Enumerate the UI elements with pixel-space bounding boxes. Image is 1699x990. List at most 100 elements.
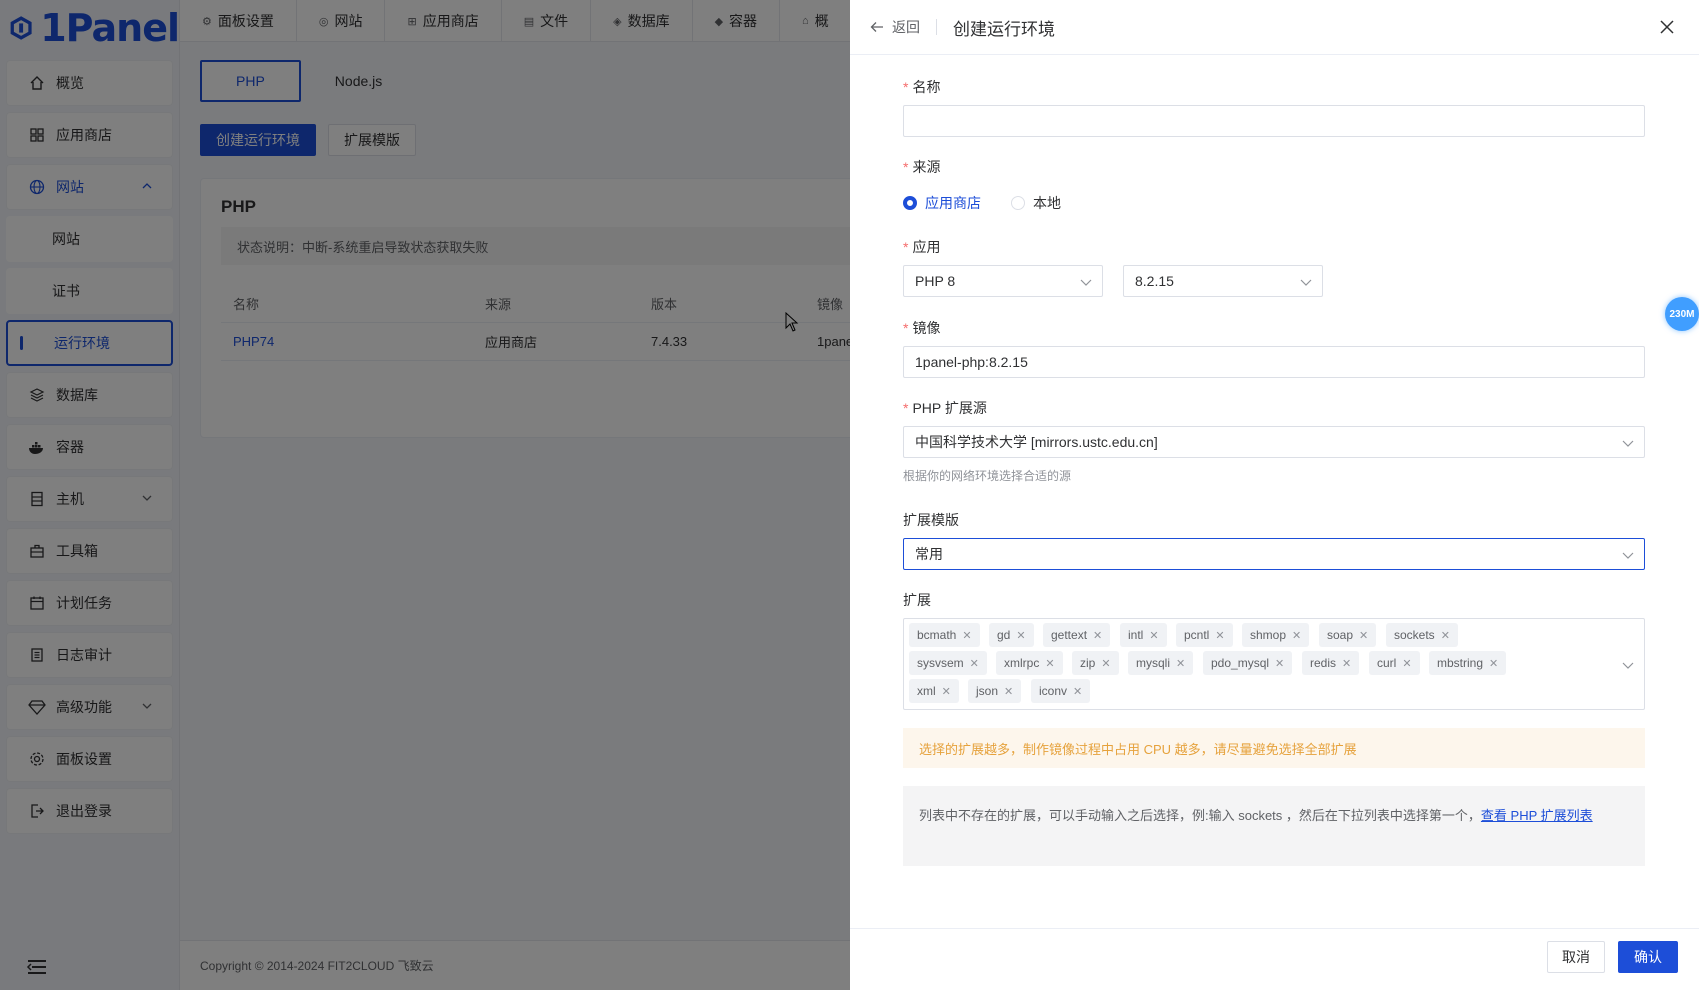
extension-tag: sockets ✕ <box>1386 623 1458 647</box>
required-mark: * <box>903 400 909 416</box>
extension-tag-label: pdo_mysql <box>1211 656 1270 670</box>
app-select-value: PHP 8 <box>915 273 956 289</box>
remove-tag-icon[interactable]: ✕ <box>1093 629 1102 642</box>
chevron-down-icon <box>1300 279 1312 286</box>
extension-tag-label: sysvsem <box>917 656 964 670</box>
info-text: 列表中不存在的扩展，可以手动输入之后选择，例:输入 sockets ，然后在下拉… <box>919 808 1481 823</box>
extension-tag: xml ✕ <box>909 679 959 703</box>
remove-tag-icon[interactable]: ✕ <box>1215 629 1224 642</box>
remove-tag-icon[interactable]: ✕ <box>1342 657 1351 670</box>
php-extension-list-link[interactable]: 查看 PHP 扩展列表 <box>1481 808 1593 823</box>
cancel-button[interactable]: 取消 <box>1547 941 1605 973</box>
ext-source-select[interactable]: 中国科学技术大学 [mirrors.ustc.edu.cn] <box>903 426 1645 458</box>
ext-template-select[interactable]: 常用 <box>903 538 1645 570</box>
extension-tag-label: mbstring <box>1437 656 1484 670</box>
label-text: 名称 <box>912 79 941 95</box>
extension-tag: xmlrpc ✕ <box>996 651 1063 675</box>
create-runtime-drawer: 返回 创建运行环境 * 名称 * 来源 应用商店 本地 * 应用 PHP 8 8.2.… <box>850 0 1699 990</box>
extension-tag: mysqli ✕ <box>1128 651 1194 675</box>
name-label: * 名称 <box>903 77 940 97</box>
remove-tag-icon[interactable]: ✕ <box>1073 685 1082 698</box>
remove-tag-icon[interactable]: ✕ <box>1016 629 1025 642</box>
ext-template-label: 扩展模版 <box>903 512 959 528</box>
extension-tag-label: gettext <box>1051 628 1088 642</box>
extension-tag-label: shmop <box>1250 628 1287 642</box>
extension-tag: zip ✕ <box>1072 651 1119 675</box>
back-label: 返回 <box>892 19 920 35</box>
required-mark: * <box>903 239 909 255</box>
label-text: 来源 <box>912 159 941 175</box>
remove-tag-icon[interactable]: ✕ <box>1489 657 1498 670</box>
remove-tag-icon[interactable]: ✕ <box>942 685 951 698</box>
name-input[interactable] <box>903 105 1645 137</box>
arrow-left-icon <box>870 22 883 32</box>
confirm-button[interactable]: 确认 <box>1618 941 1678 973</box>
remove-tag-icon[interactable]: ✕ <box>1359 629 1368 642</box>
extension-tag-label: redis <box>1310 656 1337 670</box>
extension-tag: bcmath ✕ <box>909 623 980 647</box>
remove-tag-icon[interactable]: ✕ <box>1045 657 1054 670</box>
memory-usage-badge[interactable]: 230M <box>1665 297 1699 331</box>
chevron-down-icon <box>1622 440 1634 447</box>
extension-tag: mbstring ✕ <box>1429 651 1507 675</box>
extension-tag: json ✕ <box>968 679 1022 703</box>
source-radio-local[interactable] <box>1011 196 1025 210</box>
extension-tag-label: gd <box>997 628 1011 642</box>
remove-tag-icon[interactable]: ✕ <box>962 629 971 642</box>
required-mark: * <box>903 159 909 175</box>
close-icon[interactable] <box>1659 19 1675 35</box>
version-select-value: 8.2.15 <box>1135 273 1174 289</box>
radio-label-local[interactable]: 本地 <box>1033 193 1061 213</box>
extensions-label: 扩展 <box>903 592 931 608</box>
radio-label-appstore[interactable]: 应用商店 <box>925 193 981 213</box>
extensions-multiselect[interactable]: bcmath ✕ gd ✕ gettext ✕ intl ✕ pcntl ✕ shmop ✕ soap ✕… <box>903 618 1645 710</box>
extension-tag-label: pcntl <box>1184 628 1210 642</box>
extension-tag-label: mysqli <box>1136 656 1171 670</box>
extension-tag: intl ✕ <box>1120 623 1167 647</box>
version-select[interactable]: 8.2.15 <box>1123 265 1323 297</box>
remove-tag-icon[interactable]: ✕ <box>1149 629 1158 642</box>
extension-tag: soap ✕ <box>1319 623 1377 647</box>
header-divider <box>936 19 937 35</box>
ext-source-hint: 根据你的网络环境选择合适的源 <box>903 469 1072 483</box>
extension-tag-label: xml <box>917 684 936 698</box>
remove-tag-icon[interactable]: ✕ <box>1004 685 1013 698</box>
extension-tag-label: xmlrpc <box>1004 656 1040 670</box>
ext-source-value: 中国科学技术大学 [mirrors.ustc.edu.cn] <box>915 434 1158 450</box>
remove-tag-icon[interactable]: ✕ <box>970 657 979 670</box>
drawer-footer: 取消 确认 <box>850 928 1699 990</box>
app-label: * 应用 <box>903 237 940 257</box>
label-text: 镜像 <box>912 320 941 336</box>
remove-tag-icon[interactable]: ✕ <box>1402 657 1411 670</box>
image-input[interactable]: 1panel-php:8.2.15 <box>903 346 1645 378</box>
chevron-down-icon <box>1080 279 1092 286</box>
extension-tag: gettext ✕ <box>1043 623 1111 647</box>
drawer-header: 返回 创建运行环境 <box>850 0 1699 55</box>
source-radio-appstore[interactable] <box>903 196 917 210</box>
extension-tag: sysvsem ✕ <box>909 651 987 675</box>
extension-tag: curl ✕ <box>1369 651 1420 675</box>
remove-tag-icon[interactable]: ✕ <box>1275 657 1284 670</box>
back-button[interactable]: 返回 <box>870 17 920 37</box>
cpu-warning-alert: 选择的扩展越多，制作镜像过程中占用 CPU 越多，请尽量避免选择全部扩展 <box>903 728 1645 768</box>
extension-tag: iconv ✕ <box>1031 679 1091 703</box>
extension-tag-label: soap <box>1327 628 1354 642</box>
ext-template-value: 常用 <box>915 546 943 562</box>
extension-tag: pcntl ✕ <box>1176 623 1233 647</box>
remove-tag-icon[interactable]: ✕ <box>1441 629 1450 642</box>
app-select[interactable]: PHP 8 <box>903 265 1103 297</box>
extension-tag-label: sockets <box>1394 628 1435 642</box>
extension-tag: pdo_mysql ✕ <box>1203 651 1293 675</box>
label-text: PHP 扩展源 <box>912 400 987 416</box>
chevron-down-icon <box>1622 552 1634 559</box>
remove-tag-icon[interactable]: ✕ <box>1101 657 1110 670</box>
source-radio-group: 应用商店 本地 <box>903 193 1061 213</box>
extension-tag: shmop ✕ <box>1242 623 1310 647</box>
remove-tag-icon[interactable]: ✕ <box>1176 657 1185 670</box>
extension-tag: gd ✕ <box>989 623 1034 647</box>
extension-tag-label: curl <box>1377 656 1397 670</box>
extension-tag-label: intl <box>1128 628 1144 642</box>
extension-tag-label: bcmath <box>917 628 957 642</box>
remove-tag-icon[interactable]: ✕ <box>1292 629 1301 642</box>
required-mark: * <box>903 79 909 95</box>
